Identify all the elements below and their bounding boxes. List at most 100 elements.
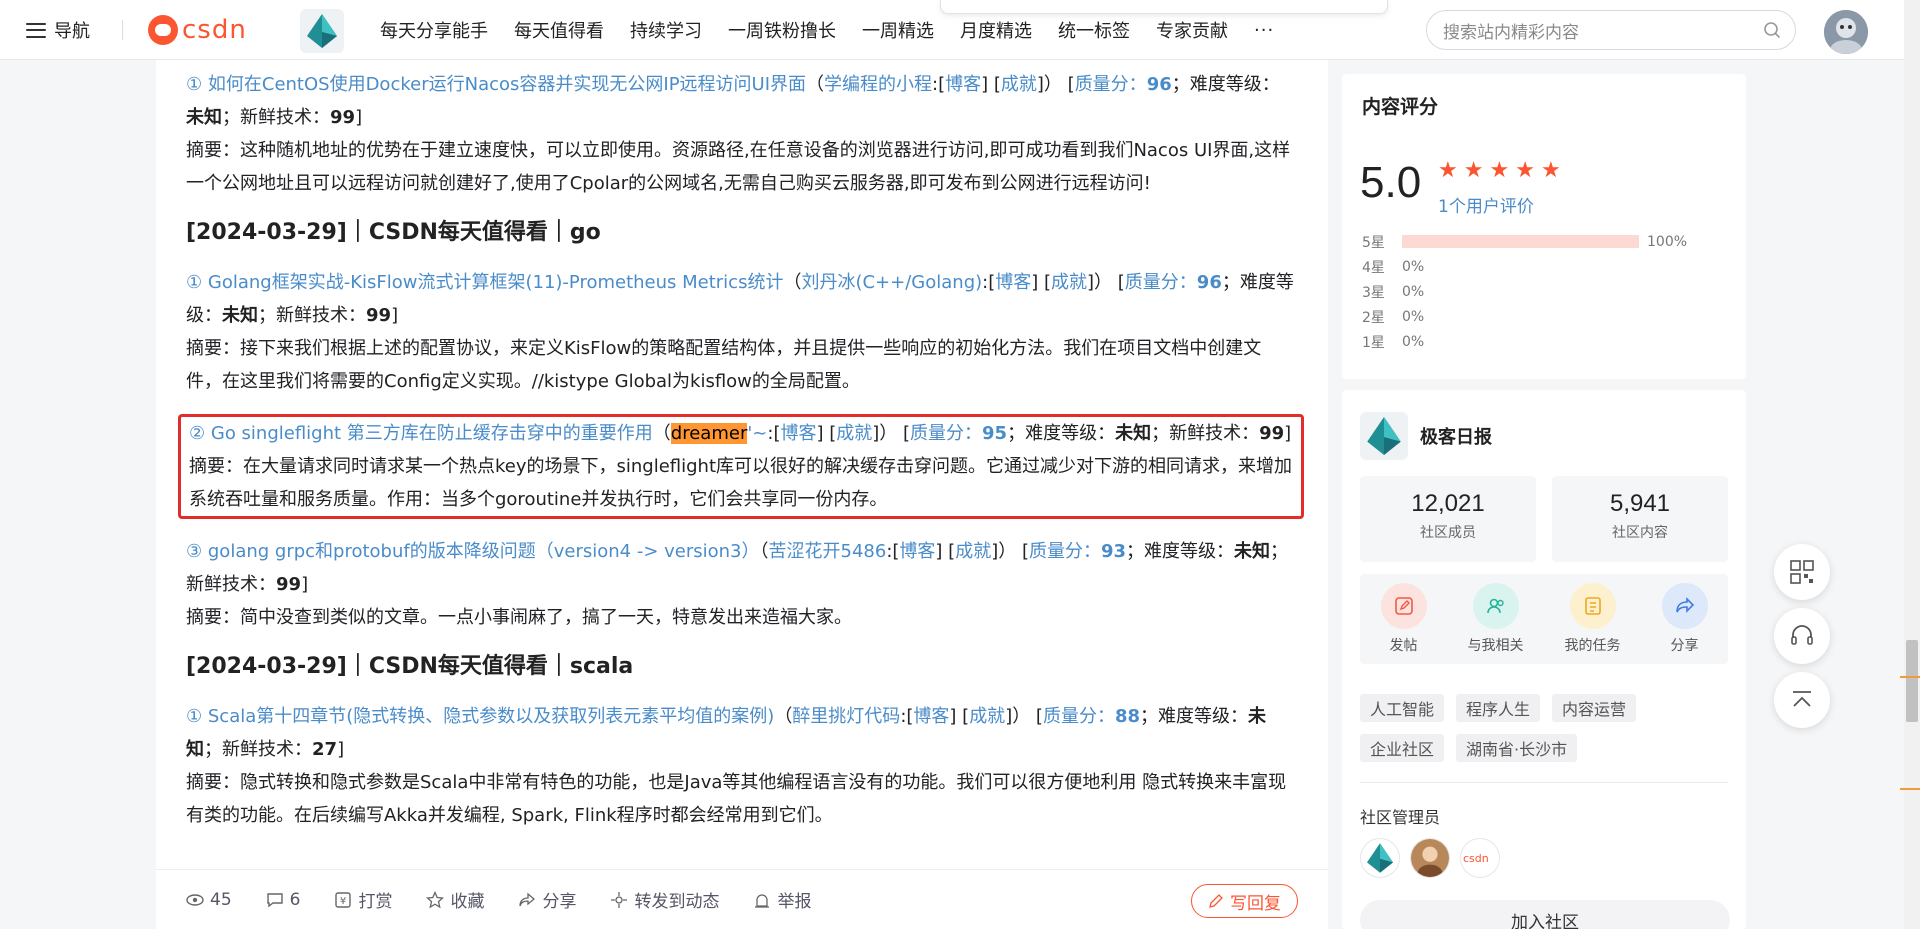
author-link[interactable]: 醉里挑灯代码 [792,706,900,727]
fresh-value: 99 [366,305,392,326]
achievement-link[interactable]: 成就 [1051,272,1087,293]
post-button[interactable]: 发帖 [1380,583,1427,655]
nav-item-tags[interactable]: 统一标签 [1058,17,1130,43]
author-link[interactable]: dreamer'~ [670,423,767,444]
scrollbar-thumb[interactable] [1906,640,1918,722]
top-navigation-bar: 导航 csdn 每天分享能手 每天值得看 持续学习 一周铁粉撸长 一周精选 月度… [0,0,1920,60]
tasks-button[interactable]: 我的任务 [1565,583,1621,655]
write-reply-button[interactable]: 写回复 [1191,884,1298,918]
qr-code-button[interactable] [1774,544,1830,600]
customer-service-button[interactable] [1774,608,1830,664]
author-link[interactable]: 学编程的小程 [824,74,932,95]
back-to-top-button[interactable] [1774,672,1830,728]
difficulty-label: 难度等级： [1189,74,1280,95]
achievement-link[interactable]: 成就 [1001,74,1037,95]
entry-title-link[interactable]: Scala第十四章节(隐式转换、隐式参数以及获取列表元素平均值的案例) [208,706,774,727]
views-count: 45 [186,890,232,910]
nav-item-fans[interactable]: 一周铁粉撸长 [728,17,836,43]
nav-item-learning[interactable]: 持续学习 [630,17,702,43]
csdn-logo[interactable]: csdn [148,14,247,46]
join-community-button[interactable]: 加入社区 [1360,900,1730,929]
search-highlight: dreamer [670,423,748,444]
report-icon [755,893,770,908]
achievement-link[interactable]: 成就 [836,423,872,444]
list-item: ① Scala第十四章节(隐式转换、隐式参数以及获取列表元素平均值的案例)（醉里… [186,700,1296,832]
article-main: ① 如何在CentOS使用Docker运行Nacos容器并实现无公网IP远程访问… [156,60,1328,869]
report-button[interactable]: 举报 [753,887,811,912]
share-button[interactable]: 分享 [518,887,576,912]
rating-score: 5.0 [1360,158,1422,207]
csdn-logo-text: csdn [182,15,247,45]
admin-title: 社区管理员 [1360,808,1441,827]
related-icon-wrap [1472,583,1519,629]
views-value: 45 [210,889,232,910]
blog-link[interactable]: 博客 [780,423,816,444]
comments-button[interactable]: 6 [266,890,300,910]
star-icon [426,890,445,908]
fresh-value: 99 [276,574,302,595]
tag-item[interactable]: 程序人生 [1456,694,1541,722]
tasks-label: 我的任务 [1564,638,1621,654]
members-stat: 12,021 社区成员 [1360,476,1536,562]
blog-link[interactable]: 博客 [995,272,1031,293]
csdn-logo-icon: csdn [1463,852,1489,865]
users-icon [1486,598,1504,614]
highlighted-list-item: ② Go singleflight 第三方库在防止缓存击穿中的重要作用（drea… [178,414,1304,519]
members-label: 社区成员 [1420,525,1476,541]
tag-item[interactable]: 内容运营 [1552,694,1637,722]
star-icon: ★ [1540,158,1561,183]
author-link[interactable]: 苦涩花开5486 [769,541,887,562]
community-panel: 极客日报 12,021 社区成员 5,941 社区内容 发帖 与我相关 我的任务 [1342,390,1746,929]
tag-item[interactable]: 人工智能 [1360,694,1445,722]
entry-title-link[interactable]: Golang框架实战-KisFlow流式计算框架(11)-Prometheus … [208,272,784,293]
nav-item-monthly[interactable]: 月度精选 [960,17,1032,43]
community-name: 极客日报 [1420,427,1492,448]
nav-item-experts[interactable]: 专家贡献 [1156,17,1228,43]
community-share-button[interactable]: 分享 [1661,583,1708,655]
search-icon[interactable] [1763,21,1781,39]
fresh-label: 新鲜技术： [222,739,312,760]
admin-avatar[interactable] [1360,838,1400,878]
collect-button[interactable]: 收藏 [426,887,484,912]
author-link[interactable]: 刘丹冰(C++/Golang) [801,272,982,293]
nav-more-button[interactable]: ··· [1254,20,1274,41]
achievement-link[interactable]: 成就 [955,541,991,562]
nav-item-daily-worth[interactable]: 每天值得看 [514,17,604,43]
achievement-link[interactable]: 成就 [969,706,1005,727]
rating-count-link[interactable]: 1个用户评价 [1438,192,1534,217]
reward-button[interactable]: ¥ 打赏 [334,887,392,912]
nav-menu-button[interactable]: 导航 [26,18,90,42]
user-avatar[interactable] [1824,10,1868,54]
community-header[interactable]: 极客日报 [1360,412,1492,460]
quality-label: 质量分： [1074,74,1147,95]
nav-item-daily-share[interactable]: 每天分享能手 [380,17,488,43]
list-item: ① Golang框架实战-KisFlow流式计算框架(11)-Prometheu… [186,266,1296,398]
tag-item[interactable]: 企业社区 [1360,734,1445,762]
entry-title-link[interactable]: golang grpc和protobuf的版本降级问题（version4 -> … [208,541,760,562]
entry-title-link[interactable]: Go singleflight 第三方库在防止缓存击穿中的重要作用 [211,423,653,444]
search-input[interactable]: 搜索站内精彩内容 [1426,10,1796,50]
forward-button[interactable]: 转发到动态 [610,887,719,912]
eye-icon [186,893,204,906]
rating-row: 3星 0% [1362,279,1732,304]
star-icon: ★ [1438,158,1458,183]
quality-label: 质量分： [910,423,983,444]
star-rating: ★ ★ ★ ★ ★ [1438,160,1561,182]
rating-bar [1402,235,1639,248]
tag-item[interactable]: 湖南省·长沙市 [1456,734,1578,762]
admin-avatar[interactable] [1410,838,1450,878]
reward-icon: ¥ [335,891,352,908]
entry-number: ① [186,272,203,293]
blog-link[interactable]: 博客 [913,706,949,727]
contents-stat: 5,941 社区内容 [1552,476,1728,562]
nav-item-weekly[interactable]: 一周精选 [862,17,934,43]
list-item: ③ golang grpc和protobuf的版本降级问题（version4 -… [186,535,1296,634]
blog-link[interactable]: 博客 [899,541,935,562]
geek-crystal-icon [1367,843,1393,873]
related-button[interactable]: 与我相关 [1468,583,1524,655]
difficulty-label: 难度等级： [1158,706,1249,727]
community-logo[interactable] [300,9,344,53]
admin-avatar[interactable]: csdn [1460,838,1500,878]
blog-link[interactable]: 博客 [945,74,981,95]
entry-title-link[interactable]: 如何在CentOS使用Docker运行Nacos容器并实现无公网IP远程访问UI… [208,74,806,95]
